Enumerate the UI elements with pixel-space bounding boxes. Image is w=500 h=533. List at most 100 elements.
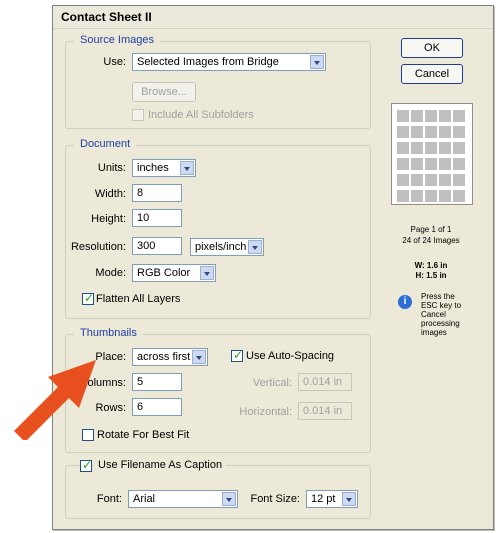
chevron-down-icon <box>200 266 214 280</box>
preview-thumbnail <box>439 142 451 154</box>
contact-sheet-preview <box>391 103 473 205</box>
use-filename-caption-checkbox[interactable]: ✓ <box>80 458 93 472</box>
font-select[interactable]: Arial <box>128 490 238 508</box>
esc-note-line: ESC key to <box>421 301 462 310</box>
check-icon: ✓ <box>233 348 244 362</box>
preview-thumbnail <box>425 126 437 138</box>
height-label: Height: <box>91 213 126 225</box>
place-select-value: across first <box>137 351 191 363</box>
units-select[interactable]: inches <box>132 159 196 177</box>
vertical-label: Vertical: <box>252 377 292 389</box>
esc-note-line: processing <box>421 319 460 328</box>
preview-thumbnail <box>397 190 409 202</box>
ok-button[interactable]: OK <box>401 38 463 58</box>
preview-thumbnail <box>397 158 409 170</box>
resolution-unit-select[interactable]: pixels/inch <box>190 238 264 256</box>
preview-thumbnail <box>453 158 465 170</box>
chevron-down-icon <box>180 161 194 175</box>
include-subfolders-label: Include All Subfolders <box>148 109 254 121</box>
check-icon: ✓ <box>82 458 93 472</box>
preview-thumbnail <box>397 142 409 154</box>
preview-thumbnail <box>411 126 423 138</box>
preview-thumbnail <box>411 158 423 170</box>
auto-spacing-checkbox[interactable]: ✓ <box>231 348 244 362</box>
font-size-label: Font Size: <box>250 493 300 505</box>
preview-thumbnail <box>425 142 437 154</box>
cancel-button[interactable]: Cancel <box>401 64 463 84</box>
vertical-input[interactable]: 0.014 in <box>298 373 352 391</box>
preview-thumbnail <box>425 174 437 186</box>
preview-thumbnail <box>411 142 423 154</box>
source-images-legend: Source Images <box>74 34 160 46</box>
dialog-title: Contact Sheet II <box>61 10 152 24</box>
rows-input[interactable]: 6 <box>132 398 182 416</box>
mode-select[interactable]: RGB Color <box>132 264 216 282</box>
preview-thumbnail <box>439 174 451 186</box>
preview-thumbnail <box>453 142 465 154</box>
callout-arrow <box>14 360 96 440</box>
width-input[interactable]: 8 <box>132 184 182 202</box>
contact-sheet-dialog: Contact Sheet II Source Images Use: Sele… <box>52 5 494 530</box>
preview-thumbnail <box>397 126 409 138</box>
caption-group: ✓ Use Filename As Caption Font: Arial Fo… <box>65 459 371 519</box>
preview-thumbnail <box>425 158 437 170</box>
preview-thumbnail <box>397 174 409 186</box>
document-legend: Document <box>74 138 137 150</box>
horizontal-input[interactable]: 0.014 in <box>298 402 352 420</box>
units-select-value: inches <box>137 162 169 174</box>
check-icon: ✓ <box>84 291 95 305</box>
preview-thumbnail <box>439 158 451 170</box>
preview-thumbnail <box>439 190 451 202</box>
place-select[interactable]: across first <box>132 348 208 366</box>
browse-button[interactable]: Browse... <box>132 82 196 102</box>
units-label: Units: <box>97 162 126 174</box>
preview-thumbnail <box>425 190 437 202</box>
esc-cancel-note: Press the ESC key to Cancel processing i… <box>421 292 461 337</box>
preview-thumbnail <box>453 126 465 138</box>
info-icon: i <box>398 295 412 309</box>
document-group: Document Units: inches Width: 8 Height: … <box>65 138 371 319</box>
resolution-unit-value: pixels/inch <box>195 241 247 253</box>
height-input[interactable]: 10 <box>132 209 182 227</box>
preview-thumbnail <box>425 110 437 122</box>
flatten-layers-checkbox[interactable]: ✓ <box>82 291 95 305</box>
preview-thumbnail-grid <box>392 104 472 204</box>
esc-note-line: images <box>421 328 447 337</box>
width-info: W: 1.6 in <box>414 261 448 270</box>
use-select-value: Selected Images from Bridge <box>137 56 279 68</box>
font-label: Font: <box>96 493 122 505</box>
include-subfolders-checkbox[interactable] <box>132 109 144 121</box>
chevron-down-icon <box>222 492 236 506</box>
images-info: 24 of 24 Images <box>402 236 460 245</box>
preview-thumbnail <box>453 174 465 186</box>
arrow-callout-shape <box>14 360 96 440</box>
preview-thumbnail <box>439 126 451 138</box>
horizontal-label: Horizontal: <box>239 406 292 418</box>
resolution-input[interactable]: 300 <box>132 237 182 255</box>
preview-thumbnail <box>411 110 423 122</box>
preview-thumbnail <box>397 110 409 122</box>
preview-thumbnail <box>411 190 423 202</box>
chevron-down-icon <box>310 55 324 69</box>
font-size-select-value: 12 pt <box>311 493 336 505</box>
resolution-label: Resolution: <box>70 241 126 253</box>
use-select[interactable]: Selected Images from Bridge <box>132 53 326 71</box>
preview-thumbnail <box>411 174 423 186</box>
font-select-value: Arial <box>133 493 156 505</box>
columns-input[interactable]: 5 <box>132 373 182 391</box>
width-label: Width: <box>94 188 126 200</box>
esc-note-line: Press the <box>421 292 455 301</box>
font-size-select[interactable]: 12 pt <box>306 490 358 508</box>
use-filename-caption-label: Use Filename As Caption <box>94 459 227 471</box>
preview-thumbnail <box>453 190 465 202</box>
chevron-down-icon <box>342 492 356 506</box>
chevron-down-icon <box>192 350 206 364</box>
auto-spacing-label: Use Auto-Spacing <box>246 350 335 362</box>
chevron-down-icon <box>248 240 262 254</box>
height-info: H: 1.5 in <box>415 271 447 280</box>
use-label: Use: <box>103 56 126 68</box>
preview-thumbnail <box>439 110 451 122</box>
page-info: Page 1 of 1 <box>410 225 452 234</box>
flatten-layers-label: Flatten All Layers <box>96 293 181 305</box>
esc-note-line: Cancel <box>421 310 446 319</box>
